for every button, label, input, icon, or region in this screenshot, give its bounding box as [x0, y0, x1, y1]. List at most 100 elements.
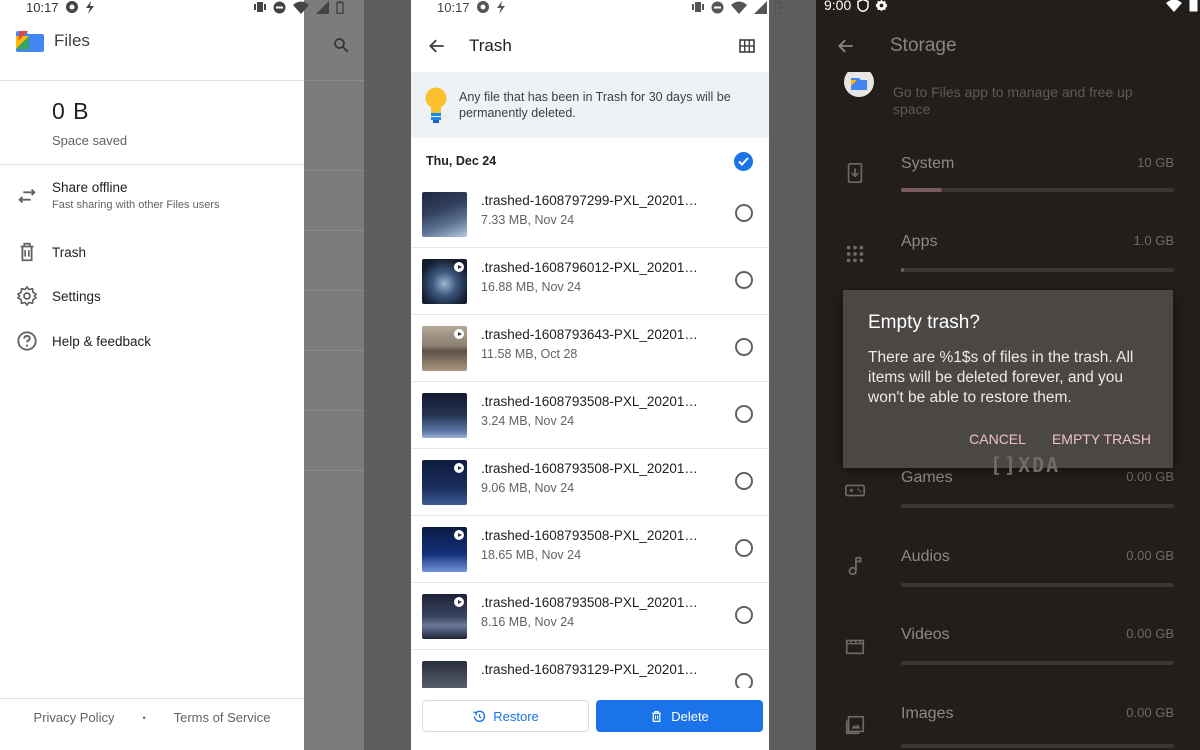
storage-item-audios[interactable]: Audios 0.00 GB [816, 543, 1200, 603]
navigation-drawer: 10:17 Files 0 B Space saved Share offlin… [0, 0, 344, 750]
file-select-radio[interactable] [735, 204, 753, 222]
storage-item-apps[interactable]: Apps 1.0 GB [816, 228, 1200, 288]
menu-item-subtitle: Fast sharing with other Files users [52, 199, 220, 211]
file-row[interactable]: .trashed-1608793508-PXL_20201… 9.06 MB, … [411, 450, 769, 516]
footer-separator: • [142, 712, 146, 723]
signal-icon [754, 0, 767, 14]
privacy-policy-link[interactable]: Privacy Policy [34, 710, 115, 725]
files-logo-icon [16, 31, 44, 52]
signal-icon [316, 0, 329, 14]
lightbulb-icon [425, 87, 447, 123]
video-play-icon [454, 262, 464, 272]
menu-item-label: Trash [52, 244, 87, 260]
search-icon[interactable] [332, 36, 350, 54]
restore-button[interactable]: Restore [422, 700, 589, 732]
file-name: .trashed-1608793508-PXL_20201… [481, 394, 698, 409]
video-play-icon [454, 597, 464, 607]
menu-item-label: Share offline [52, 180, 128, 195]
storage-usage-bar [901, 188, 1174, 192]
storage-item-size: 0.00 GB [1126, 548, 1174, 563]
status-bar: 10:17 [26, 0, 344, 15]
file-meta: 9.06 MB, Nov 24 [481, 481, 575, 495]
file-row[interactable]: .trashed-1608793643-PXL_20201… 11.58 MB,… [411, 316, 769, 382]
file-thumbnail [422, 527, 467, 572]
cancel-button[interactable]: CANCEL [969, 431, 1026, 447]
storage-usage-fill [901, 188, 942, 192]
select-all-checkbox[interactable] [734, 151, 753, 171]
menu-item-settings[interactable]: Settings [16, 285, 304, 307]
drawer-footer: Privacy Policy • Terms of Service [0, 710, 304, 725]
files-app-icon [844, 72, 874, 97]
dnd-icon [711, 1, 724, 13]
grid-view-icon[interactable] [739, 39, 755, 53]
banner-text: Any file that has been in Trash for 30 d… [459, 90, 731, 120]
storage-item-size: 0.00 GB [1126, 705, 1174, 720]
file-row[interactable]: .trashed-1608793508-PXL_20201… 18.65 MB,… [411, 517, 769, 583]
dnd-icon [273, 1, 286, 13]
video-play-icon [454, 530, 464, 540]
storage-item-videos[interactable]: Videos 0.00 GB [816, 621, 1200, 681]
storage-item-size: 10 GB [1137, 155, 1174, 170]
drawer-header: Files [16, 30, 90, 52]
video-play-icon [454, 463, 464, 473]
space-saved-value: 0 B [52, 98, 90, 124]
empty-trash-dialog: Empty trash? There are %1$s of files in … [843, 290, 1173, 468]
file-name: .trashed-1608793508-PXL_20201… [481, 461, 698, 476]
storage-item-system[interactable]: System 10 GB [816, 150, 1200, 210]
file-select-radio[interactable] [735, 338, 753, 356]
back-arrow-icon[interactable] [427, 36, 447, 56]
battery-icon [1189, 0, 1198, 12]
file-thumbnail [422, 326, 467, 371]
file-select-radio[interactable] [735, 405, 753, 423]
file-select-radio[interactable] [735, 539, 753, 557]
page-title: Trash [469, 36, 512, 55]
files-drawer-screen: 10:17 Files 0 B Space saved Share offlin… [0, 0, 364, 750]
menu-item-share-offline[interactable]: Share offline Fast sharing with other Fi… [16, 180, 304, 211]
terms-of-service-link[interactable]: Terms of Service [174, 710, 271, 725]
file-meta: 16.88 MB, Nov 24 [481, 280, 582, 294]
file-row[interactable]: .trashed-1608797299-PXL_20201… 7.33 MB, … [411, 182, 769, 248]
scrim-divider [304, 80, 364, 81]
storage-usage-bar [901, 504, 1174, 508]
empty-trash-button[interactable]: EMPTY TRASH [1052, 431, 1151, 447]
divider [0, 80, 304, 81]
menu-item-help-feedback[interactable]: Help & feedback [16, 330, 304, 352]
drawer-scrim[interactable] [304, 0, 364, 750]
restore-label: Restore [493, 708, 539, 724]
file-thumbnail [422, 460, 467, 505]
divider [0, 164, 304, 165]
file-meta: 7.33 MB, Nov 24 [481, 213, 575, 227]
notification-icon [476, 1, 489, 13]
storage-item-images[interactable]: Images 0.00 GB [816, 700, 1200, 750]
download-icon [847, 163, 863, 183]
film-icon [845, 639, 865, 655]
status-bar: 10:17 [437, 0, 782, 15]
file-meta: 11.58 MB, Oct 28 [481, 347, 578, 361]
divider [0, 698, 304, 699]
file-name: .trashed-1608793508-PXL_20201… [481, 528, 698, 543]
file-meta: 8.16 MB, Nov 24 [481, 615, 575, 629]
back-arrow-icon[interactable] [836, 36, 856, 56]
file-thumbnail [422, 259, 467, 304]
status-time: 10:17 [26, 0, 59, 15]
dialog-message: There are %1$s of files in the trash. Al… [868, 349, 1134, 406]
file-select-radio[interactable] [735, 472, 753, 490]
file-row[interactable]: .trashed-1608793508-PXL_20201… 3.24 MB, … [411, 383, 769, 449]
scrim-divider [304, 230, 364, 231]
file-row[interactable]: .trashed-1608796012-PXL_20201… 16.88 MB,… [411, 249, 769, 315]
delete-button[interactable]: Delete [596, 700, 763, 732]
storage-item-name: Images [901, 705, 954, 722]
storage-screen: 9:00 Storage Go to Files app to manage a… [816, 0, 1200, 750]
flash-icon [85, 0, 94, 14]
file-select-radio[interactable] [735, 271, 753, 289]
vibrate-icon [692, 2, 704, 12]
page-title: Storage [890, 35, 957, 56]
file-name: .trashed-1608793508-PXL_20201… [481, 595, 698, 610]
menu-item-label: Settings [52, 288, 101, 304]
file-thumbnail [422, 393, 467, 438]
battery-icon [336, 0, 344, 14]
menu-item-trash[interactable]: Trash [16, 241, 304, 263]
music-note-icon [848, 556, 862, 576]
file-row[interactable]: .trashed-1608793508-PXL_20201… 8.16 MB, … [411, 584, 769, 650]
file-select-radio[interactable] [735, 606, 753, 624]
